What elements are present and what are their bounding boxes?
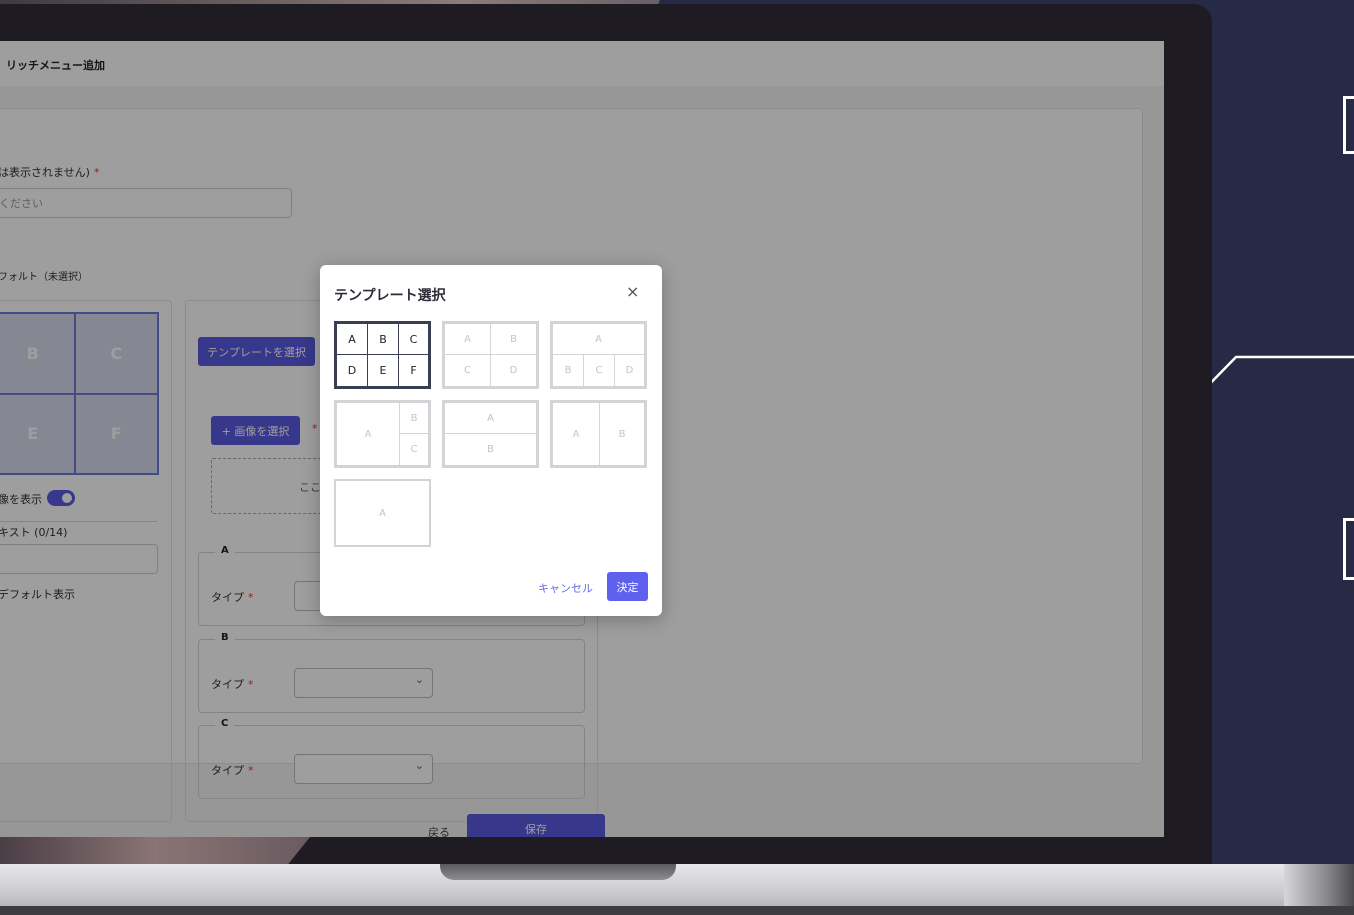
template-option-horizontal-split[interactable]: A B <box>442 400 539 468</box>
laptop-screen: リッチメニュー追加 は表示されません) * ください フォルト（未選択） B C … <box>0 41 1164 837</box>
template-option-1-2[interactable]: A B C <box>334 400 431 468</box>
template-cell: B <box>599 402 645 466</box>
template-cell: C <box>399 433 429 466</box>
template-cell: B <box>444 433 537 466</box>
laptop-base-edge <box>1284 864 1354 906</box>
template-cell: A <box>379 507 386 519</box>
template-option-1-3[interactable]: A B C D <box>550 321 647 389</box>
template-cell: B <box>490 323 537 355</box>
template-cell: A <box>336 323 368 355</box>
template-option-4-grid[interactable]: A B C D <box>442 321 539 389</box>
close-icon[interactable]: × <box>626 282 639 301</box>
template-cell: E <box>367 354 399 387</box>
laptop-base-shadow <box>0 906 1354 915</box>
background-stripe-bottom <box>0 837 310 864</box>
dialog-title: テンプレート選択 <box>334 288 446 304</box>
template-cell: A <box>552 402 600 466</box>
template-cell: D <box>336 354 368 387</box>
confirm-button[interactable]: 決定 <box>607 572 648 601</box>
template-cell: A <box>444 323 491 355</box>
template-cell: D <box>490 354 537 387</box>
template-cell: A <box>444 402 537 434</box>
template-cell: D <box>614 354 645 387</box>
laptop-notch <box>440 864 676 880</box>
laptop-base <box>0 864 1354 915</box>
template-cell: C <box>583 354 615 387</box>
template-option-6-grid[interactable]: A B C D E F <box>334 321 431 389</box>
template-cell: C <box>444 354 491 387</box>
template-cell: C <box>398 323 429 355</box>
template-cell: B <box>399 402 429 434</box>
template-cell: A <box>552 323 645 355</box>
decorative-bracket <box>1343 96 1354 154</box>
template-cell: F <box>398 354 429 387</box>
template-option-single[interactable]: A <box>334 479 431 547</box>
template-cell: B <box>367 323 399 355</box>
cancel-button[interactable]: キャンセル <box>538 580 593 596</box>
template-cell: B <box>552 354 584 387</box>
template-cell: A <box>336 402 400 466</box>
template-select-dialog: テンプレート選択 × A B C D E F A B C D A B C D A… <box>320 265 662 616</box>
template-option-vertical-split[interactable]: A B <box>550 400 647 468</box>
decorative-bracket <box>1343 518 1354 580</box>
